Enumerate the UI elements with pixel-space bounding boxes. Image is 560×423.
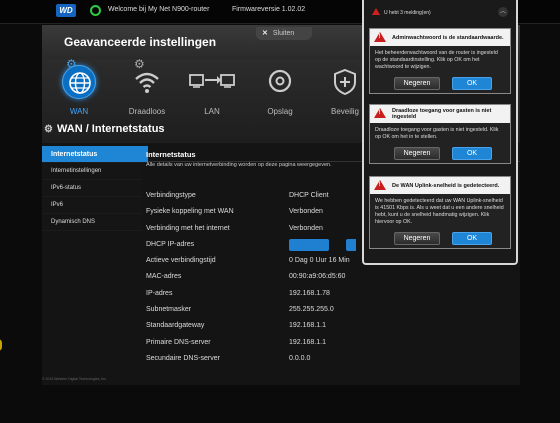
alert-icon [372,8,380,15]
lan-icon [187,65,237,99]
row-value: 0.0.0.0 [289,354,311,362]
row-label: IP-adres [146,289,173,297]
nav-opslag[interactable]: Opslag [251,59,309,143]
sidebar-item-ipv6[interactable]: IPv6 [42,197,142,214]
ok-button[interactable]: OK [452,77,492,90]
sidebar-item-internetinstellingen[interactable]: Internetinstellingen [42,163,142,180]
row-value: 0 Dag 0 Uur 16 Min [289,257,350,265]
section-title: ⚙ WAN / Internetstatus [44,123,165,135]
gear-icon: ⚙ [44,124,53,135]
notification-title-text: De WAN Uplink-snelheid is gedetecteerd. [392,182,500,189]
row-label: Fysieke koppeling met WAN [146,208,234,216]
connection-globe-icon [90,5,101,16]
globe-icon [62,65,96,99]
row-value: 192.168.1.1 [289,338,326,346]
notification-actions: Negeren OK [370,230,510,248]
row-label: Standaardgateway [146,322,205,330]
notification-card: Draadloze toegang voor gasten is niet in… [369,104,511,164]
notification-title: Draadloze toegang voor gasten is niet in… [370,105,510,123]
wifi-icon [130,65,164,99]
close-icon: ✕ [262,30,268,37]
firmware-version: Firmwareversie 1.02.02 [232,6,306,13]
nav-label: WAN [69,107,89,116]
row-value: 192.168.1.78 [289,289,330,297]
row-label: Primaire DNS-server [146,338,211,346]
notification-header: U hebt 3 melding(en) ︿ [364,0,516,26]
close-label: Sluiten [272,30,295,37]
notification-actions: Negeren OK [370,75,510,93]
row-value: DHCP Client [289,192,329,199]
notification-count: U hebt 3 melding(en) [384,10,431,16]
row-label: Subnetmasker [146,306,192,314]
table-row: MAC-adres 00:90:a9:06:d5:60 [146,271,516,287]
notification-body: Het beheerderwachtwoord van de router is… [375,50,498,70]
notification-title: De WAN Uplink-snelheid is gedetecteerd. [370,177,510,194]
side-tab-handle[interactable] [0,339,2,351]
sidebar-item-dynamisch-dns[interactable]: Dynamisch DNS [42,214,142,231]
dismiss-button[interactable]: Negeren [394,232,440,245]
router-admin-page: WD Welcome bij My Net N900-router Firmwa… [0,0,560,423]
row-label: DHCP IP-adres [146,240,195,248]
close-button[interactable]: ✕ Sluiten [256,27,312,40]
notification-title-text: Draadloze toegang voor gasten is niet in… [392,108,492,120]
shield-icon [328,65,362,99]
row-label: Verbinding met het internet [146,224,230,232]
nav-label: Opslag [267,107,293,116]
copyright-footer: © 2013 Western Digital Technologies, Inc… [42,377,107,381]
table-row: Standaardgateway 192.168.1.1 [146,320,516,336]
page-title: Geavanceerde instellingen [64,35,217,49]
nav-lan[interactable]: LAN [183,59,241,143]
notification-body: Draadloze toegang voor gasten is niet in… [375,127,499,140]
row-label: Verbindingstype [146,192,196,199]
dismiss-button[interactable]: Negeren [394,77,440,90]
row-value: 192.168.1.1 [289,322,326,330]
section-title-text: WAN / Internetstatus [56,123,165,135]
sidebar-item-ipv6-status[interactable]: IPv6-status [42,180,142,197]
nav-label: Draadloos [128,107,166,116]
row-value: Verbonden [289,224,323,232]
notification-title-text: Adminwachtwoord is de standaardwaarde. [392,34,504,41]
notification-body: We hebben gedetecteerd dat uw WAN Uplink… [375,198,504,225]
nav-label: LAN [204,107,220,116]
ok-button[interactable]: OK [452,147,492,160]
table-row: IP-adres 192.168.1.78 [146,288,516,304]
row-value: 255.255.255.0 [289,306,334,314]
row-label: Actieve verbindingstijd [146,257,216,265]
notification-actions: Negeren OK [370,145,510,163]
dismiss-button[interactable]: Negeren [394,147,440,160]
row-label: MAC-adres [146,273,182,281]
notification-card: Adminwachtwoord is de standaardwaarde. H… [369,28,511,94]
warning-icon [374,32,386,42]
notification-panel: U hebt 3 melding(en) ︿ Adminwachtwoord i… [362,0,518,265]
ok-button[interactable]: OK [452,232,492,245]
sidebar-item-internetstatus[interactable]: Internetstatus [42,146,148,163]
sidebar: Internetstatus Internetinstellingen IPv6… [42,146,148,231]
row-label: Secundaire DNS-server [146,354,220,362]
row-value: Verbonden [289,208,323,216]
notification-title: Adminwachtwoord is de standaardwaarde. [370,29,510,46]
row-value: 00:90:a9:06:d5:60 [289,273,346,281]
dhcp-release-button[interactable] [289,238,329,251]
welcome-text: Welcome bij My Net N900-router [108,6,210,13]
warning-icon [374,108,386,118]
dhcp-renew-button[interactable] [346,238,356,251]
warning-icon [374,180,386,190]
table-row: Secundaire DNS-server 0.0.0.0 [146,353,516,369]
notification-card: De WAN Uplink-snelheid is gedetecteerd. … [369,176,511,249]
wd-logo: WD [56,4,76,17]
table-row: Subnetmasker 255.255.255.0 [146,304,516,320]
table-row: Primaire DNS-server 192.168.1.1 [146,337,516,353]
collapse-chevron-icon[interactable]: ︿ [498,7,508,17]
disk-icon [263,65,297,99]
